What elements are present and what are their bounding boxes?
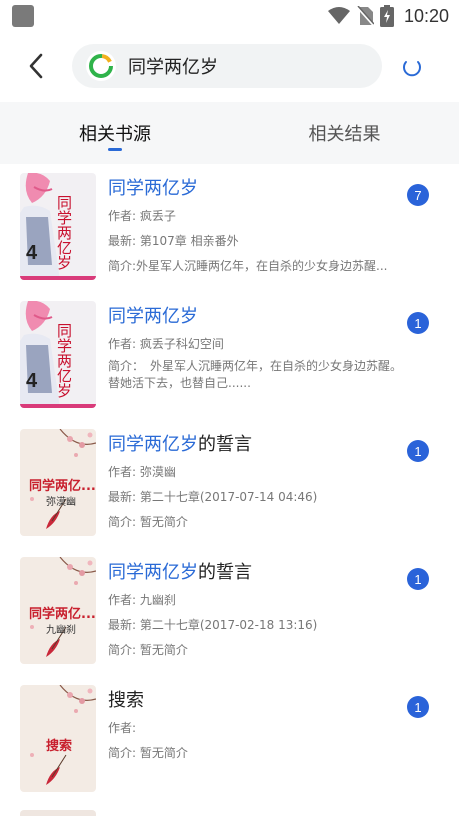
book-latest-chapter: 最新: 第二十七章(2017-07-14 04:46)	[108, 490, 318, 504]
book-latest-chapter: 最新: 第107章 相亲番外	[108, 234, 239, 248]
status-icons: 10:20	[327, 4, 449, 28]
cover-author: 弥漠幽	[46, 497, 76, 508]
search-query: 同学两亿岁	[128, 57, 218, 78]
svg-text:4: 4	[26, 370, 38, 392]
book-intro: 简介： 外星军人沉睡两亿年，在自杀的少女身边苏醒。替她活下去，也替自己.....…	[108, 359, 403, 390]
book-cover: 同学两亿... 弥漠幽	[20, 429, 96, 536]
back-button[interactable]	[20, 50, 52, 82]
result-list: 4 同学两亿岁 同学两亿岁 作者: 疯丢子 最新: 第107章 相亲番外 简介:…	[0, 164, 459, 804]
book-author: 作者: 疯丢子	[108, 209, 176, 223]
tab-related-sources[interactable]: 相关书源	[0, 102, 230, 164]
tab-related-results[interactable]: 相关结果	[230, 102, 459, 164]
loading-spinner-icon[interactable]	[400, 54, 424, 78]
tab-bar: 相关书源 相关结果	[0, 102, 459, 164]
svg-text:同学两亿岁: 同学两亿岁	[55, 323, 73, 398]
book-intro: 简介: 暂无简介	[108, 746, 188, 760]
book-intro: 简介: 暂无简介	[108, 515, 188, 529]
source-count-badge: 7	[407, 184, 429, 206]
app-logo-icon	[86, 51, 116, 81]
book-title: 搜索	[108, 690, 144, 711]
book-cover: 同学两亿... 九幽刹	[20, 557, 96, 664]
book-title: 同学两亿岁的誓言	[108, 434, 252, 455]
clock: 10:20	[403, 5, 449, 26]
book-author: 作者: 疯丢子科幻空间	[108, 337, 224, 351]
book-author: 作者:	[108, 721, 137, 735]
book-intro: 简介:外星军人沉睡两亿年，在自杀的少女身边苏醒...	[108, 259, 388, 273]
wifi-icon	[327, 7, 350, 24]
list-item[interactable]: 4 同学两亿岁 同学两亿岁 作者: 疯丢子科幻空间 简介： 外星军人沉睡两亿年，…	[0, 292, 459, 420]
source-count-badge: 1	[407, 568, 429, 590]
list-item[interactable]: 搜索 搜索 作者: 简介: 暂无简介 1	[0, 676, 459, 804]
source-count-badge: 1	[407, 696, 429, 718]
source-count-badge: 1	[407, 440, 429, 462]
book-author: 作者: 弥漠幽	[108, 465, 176, 479]
book-cover: 搜索	[20, 685, 96, 792]
book-author: 作者: 九幽刹	[108, 593, 176, 607]
status-bar: 10:20	[0, 0, 459, 32]
book-title: 同学两亿岁	[108, 178, 198, 199]
cover-title: 同学两亿...	[29, 479, 96, 494]
book-cover: 4 同学两亿岁	[20, 173, 96, 280]
list-item-partial[interactable]	[0, 804, 459, 816]
cover-author: 九幽刹	[46, 625, 76, 636]
svg-text:4: 4	[26, 242, 38, 264]
book-title: 同学两亿岁的誓言	[108, 562, 252, 583]
cover-title: 同学两亿...	[29, 607, 96, 622]
list-item[interactable]: 4 同学两亿岁 同学两亿岁 作者: 疯丢子 最新: 第107章 相亲番外 简介:…	[0, 164, 459, 292]
source-count-badge: 1	[407, 312, 429, 334]
search-header: 同学两亿岁	[0, 32, 459, 102]
battery-charging-icon	[379, 5, 394, 27]
chevron-left-icon	[29, 53, 43, 79]
list-item[interactable]: 同学两亿... 弥漠幽 同学两亿岁的誓言 作者: 弥漠幽 最新: 第二十七章(2…	[0, 420, 459, 548]
no-sim-icon	[356, 6, 374, 26]
notification-app-icon	[12, 5, 34, 27]
book-cover: 4 同学两亿岁	[20, 301, 96, 408]
book-cover	[20, 810, 96, 816]
tab-indicator	[108, 148, 122, 151]
book-latest-chapter: 最新: 第二十七章(2017-02-18 13:16)	[108, 618, 318, 632]
list-item[interactable]: 同学两亿... 九幽刹 同学两亿岁的誓言 作者: 九幽刹 最新: 第二十七章(2…	[0, 548, 459, 676]
search-input[interactable]: 同学两亿岁	[72, 44, 382, 88]
svg-text:同学两亿岁: 同学两亿岁	[55, 195, 73, 270]
cover-title: 搜索	[46, 739, 73, 754]
book-intro: 简介: 暂无简介	[108, 643, 188, 657]
book-title: 同学两亿岁	[108, 306, 198, 327]
